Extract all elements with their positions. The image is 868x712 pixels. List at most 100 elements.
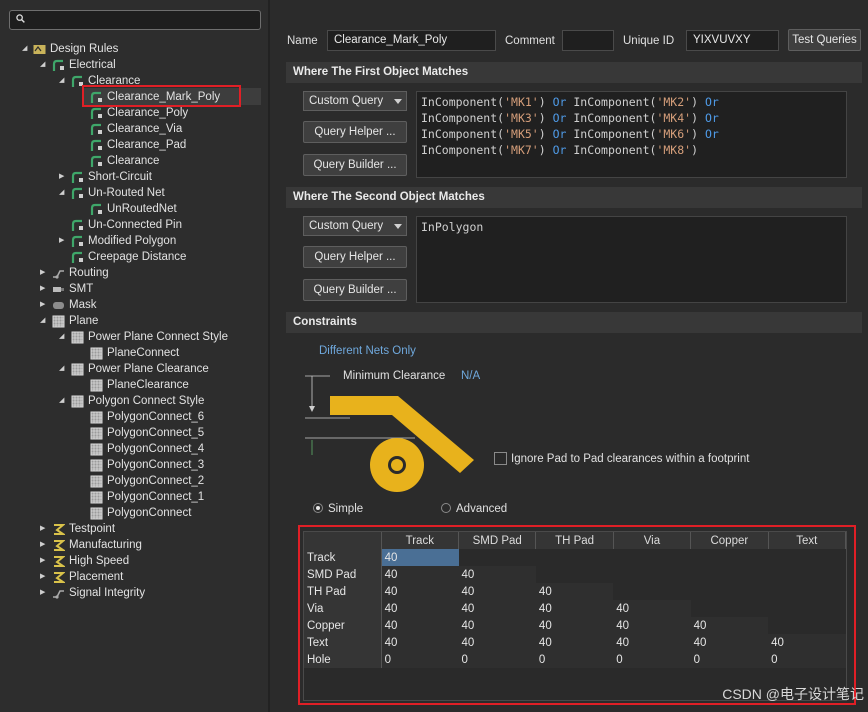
pane-splitter[interactable] (268, 0, 270, 712)
tree-item[interactable]: ▶ SMT (0, 281, 262, 297)
tree-item[interactable]: ◢ Polygon Connect Style (0, 393, 262, 409)
comment-label: Comment (505, 35, 555, 47)
test-queries-button[interactable]: Test Queries (788, 29, 861, 51)
tree-item[interactable]: PolygonConnect_2 (0, 473, 262, 489)
query-text: InComponent( (421, 111, 505, 125)
constraints-section-header: Constraints (286, 312, 862, 333)
collapsed-arrow-icon[interactable]: ▶ (40, 521, 48, 537)
tree-item[interactable]: ◢ Plane (0, 313, 262, 329)
smt-icon (53, 287, 64, 292)
tree-item[interactable]: ◢ Electrical (0, 57, 262, 73)
tree-item[interactable]: PolygonConnect (0, 505, 262, 521)
chevron-down-icon (394, 99, 402, 104)
tree-item[interactable]: PlaneClearance (0, 377, 262, 393)
ignore-pad-to-pad-checkbox[interactable] (494, 452, 507, 465)
advanced-mode-radio[interactable] (441, 503, 451, 513)
expanded-arrow-icon[interactable]: ◢ (59, 393, 67, 409)
tree-item[interactable]: PlaneConnect (0, 345, 262, 361)
query-keyword: Or (704, 111, 719, 125)
unique-id-field[interactable]: YIXVUVXY (686, 30, 779, 51)
expanded-arrow-icon[interactable]: ◢ (59, 329, 67, 345)
tree-item[interactable]: ◢ Power Plane Clearance (0, 361, 262, 377)
tree-item[interactable]: ▶ Routing (0, 265, 262, 281)
rule-icon (71, 171, 83, 183)
plane-icon (90, 411, 103, 424)
collapsed-arrow-icon[interactable]: ▶ (40, 569, 48, 585)
name-field[interactable]: Clearance_Mark_Poly (327, 30, 496, 51)
tree-search-input[interactable] (34, 12, 254, 27)
tree-item[interactable]: PolygonConnect_6 (0, 409, 262, 425)
first-query-editor[interactable]: InComponent('MK1') Or InComponent('MK2')… (416, 91, 847, 178)
collapsed-arrow-icon[interactable]: ▶ (40, 553, 48, 569)
query-text: InComponent( (421, 143, 505, 157)
collapsed-arrow-icon[interactable]: ▶ (40, 537, 48, 553)
expanded-arrow-icon[interactable]: ◢ (59, 73, 67, 89)
collapsed-arrow-icon[interactable]: ▶ (59, 233, 67, 249)
expanded-arrow-icon[interactable]: ◢ (59, 361, 67, 377)
first-query-helper-button[interactable]: Query Helper ... (303, 121, 407, 143)
tree-item[interactable]: Clearance_Poly (0, 105, 262, 121)
tree-search-box[interactable] (9, 10, 261, 30)
tree-item[interactable]: PolygonConnect_1 (0, 489, 262, 505)
design-rules-icon (33, 45, 46, 54)
mask-icon (53, 302, 64, 309)
tree-item[interactable]: Un-Connected Pin (0, 217, 262, 233)
tree-item-label: PolygonConnect (107, 507, 192, 519)
tree-item[interactable]: ▶ High Speed (0, 553, 262, 569)
tree-item[interactable]: ▶ Short-Circuit (0, 169, 262, 185)
tree-item[interactable]: Creepage Distance (0, 249, 262, 265)
tree-item[interactable]: ◢ Un-Routed Net (0, 185, 262, 201)
second-query-helper-button[interactable]: Query Helper ... (303, 246, 407, 268)
tree-item[interactable]: ▶ Manufacturing (0, 537, 262, 553)
tree-item[interactable]: PolygonConnect_4 (0, 441, 262, 457)
collapsed-arrow-icon[interactable]: ▶ (59, 169, 67, 185)
expanded-arrow-icon[interactable]: ◢ (40, 313, 48, 329)
collapsed-arrow-icon[interactable]: ▶ (40, 585, 48, 601)
expanded-arrow-icon[interactable]: ◢ (22, 41, 30, 57)
tree-item[interactable]: Clearance (0, 153, 262, 169)
tree-item[interactable]: UnRoutedNet (0, 201, 262, 217)
advanced-mode-label: Advanced (456, 503, 508, 515)
query-line: InComponent('MK3') Or InComponent('MK4')… (421, 110, 842, 126)
tree-item-label: Clearance_Poly (107, 107, 189, 119)
plane-icon (90, 507, 103, 520)
tree-item[interactable]: ▶ Mask (0, 297, 262, 313)
second-query-editor[interactable]: InPolygon (416, 216, 847, 303)
plane-icon (52, 315, 65, 328)
manufacturing-icon (54, 540, 65, 551)
tree-item-label: PolygonConnect_2 (107, 475, 205, 487)
second-query-builder-button[interactable]: Query Builder ... (303, 279, 407, 301)
tree-item[interactable]: Clearance_Via (0, 121, 262, 137)
second-query-type-select[interactable]: Custom Query (303, 216, 407, 236)
tree-item[interactable]: PolygonConnect_3 (0, 457, 262, 473)
simple-mode-radio[interactable] (313, 503, 323, 513)
watermark-text: CSDN @电子设计笔记 (722, 686, 864, 702)
tree-item[interactable]: Clearance_Pad (0, 137, 262, 153)
net-scope-link[interactable]: Different Nets Only (319, 345, 416, 357)
expanded-arrow-icon[interactable]: ◢ (59, 185, 67, 201)
tree-item[interactable]: ▶ Placement (0, 569, 262, 585)
tree-item[interactable]: PolygonConnect_5 (0, 425, 262, 441)
tree-item-label: PolygonConnect_6 (107, 411, 205, 423)
tree-item[interactable]: ◢ Design Rules (0, 41, 262, 57)
query-text: InComponent( (566, 143, 657, 157)
collapsed-arrow-icon[interactable]: ▶ (40, 297, 48, 313)
first-query-builder-button[interactable]: Query Builder ... (303, 154, 407, 176)
tree-item[interactable]: ▶ Signal Integrity (0, 585, 262, 601)
query-text: ) (538, 95, 553, 109)
tree-item-label: Manufacturing (69, 539, 142, 551)
comment-field[interactable] (562, 30, 614, 51)
collapsed-arrow-icon[interactable]: ▶ (40, 281, 48, 297)
tree-item-label: Electrical (69, 59, 116, 71)
collapsed-arrow-icon[interactable]: ▶ (40, 265, 48, 281)
tree-item-label: Creepage Distance (88, 251, 187, 263)
tree-item[interactable]: ▶ Modified Polygon (0, 233, 262, 249)
tree-item-label: High Speed (69, 555, 130, 567)
first-query-type-select[interactable]: Custom Query (303, 91, 407, 111)
rule-icon (71, 219, 83, 231)
tree-item[interactable]: ▶ Testpoint (0, 521, 262, 537)
tree-item[interactable]: ◢ Power Plane Connect Style (0, 329, 262, 345)
expanded-arrow-icon[interactable]: ◢ (40, 57, 48, 73)
query-keyword: Or (704, 127, 719, 141)
plane-icon (90, 459, 103, 472)
